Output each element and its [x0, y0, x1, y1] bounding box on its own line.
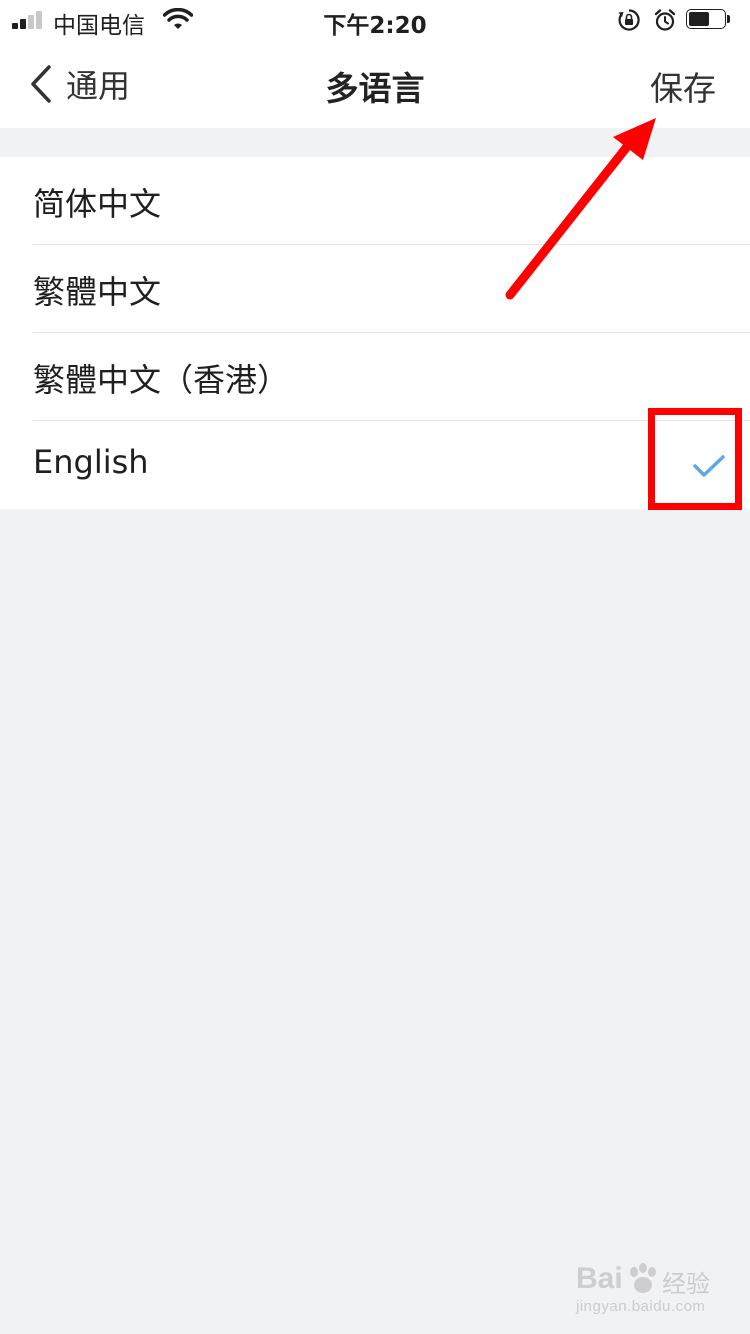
watermark-brand: Bai [576, 1262, 623, 1295]
annotation-arrow [505, 118, 656, 300]
language-option-label: English [33, 443, 149, 481]
paw-logo-icon [630, 1263, 656, 1293]
baidu-watermark: Bai 经验 jingyan.baidu.com [576, 1262, 716, 1322]
language-option-english[interactable]: English [0, 421, 750, 509]
watermark-url: jingyan.baidu.com [576, 1298, 706, 1315]
language-option-label: 繁體中文（香港） [33, 361, 290, 399]
annotation-highlight-box [648, 408, 742, 510]
language-option-traditional-chinese-hk[interactable]: 繁體中文（香港） [0, 333, 750, 421]
watermark-cn: 经验 [662, 1270, 710, 1298]
